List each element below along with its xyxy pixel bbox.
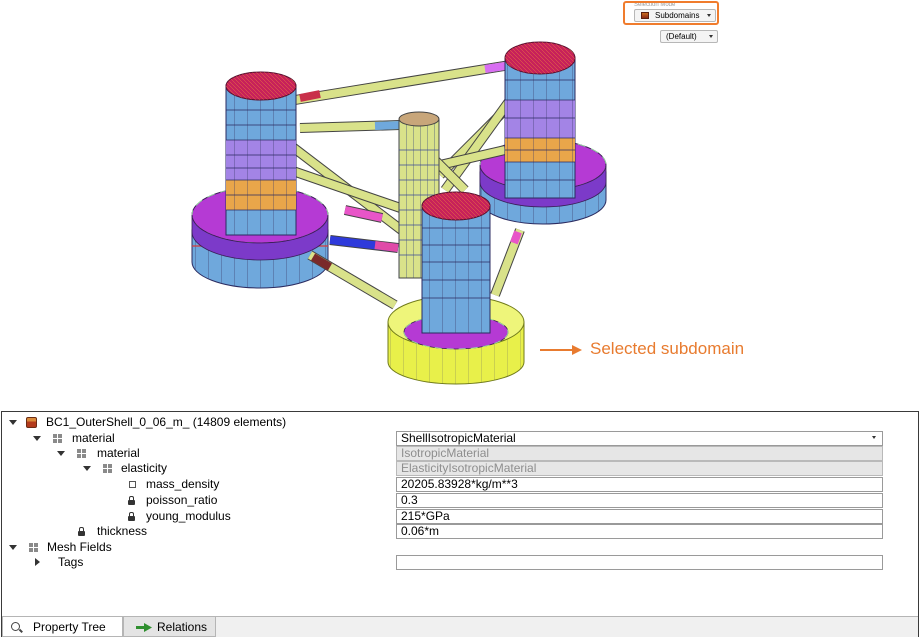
tree-label: material [72,431,115,445]
column-right[interactable] [504,41,576,199]
display-mode-dropdown[interactable]: (Default) [660,30,718,43]
mesh-icon [26,417,37,428]
tree-label: poisson_ratio [146,493,218,507]
tab-property-tree[interactable]: Property Tree [2,617,123,637]
tree-row-material-inner[interactable]: material [2,446,392,461]
search-icon [11,622,20,631]
grid-icon [103,464,112,473]
square-icon [129,481,136,488]
tree-row-root[interactable]: BC1_OuterShell_0_06_m_ (14809 elements) [2,415,392,430]
callout-arrow-icon [540,345,582,355]
chevron-down-icon [709,35,713,38]
column-left[interactable] [225,71,297,236]
tree-label: Mesh Fields [47,540,112,554]
tree-row-poisson-ratio[interactable]: poisson_ratio [2,493,392,508]
grid-icon [77,449,86,458]
expand-arrow-icon[interactable] [9,545,17,550]
lock-icon [128,496,135,505]
material-type-value: ShellIsotropicMaterial [401,431,516,445]
expand-arrow-icon[interactable] [33,436,41,441]
expand-arrow-icon[interactable] [57,451,65,456]
collapsed-arrow-icon[interactable] [35,558,40,566]
lock-icon [128,512,135,521]
mass-density-input[interactable]: 20205.83928*kg/m**3 [396,477,883,492]
tree-row-elasticity[interactable]: elasticity [2,461,392,476]
thickness-input[interactable]: 0.06*m [396,524,883,539]
tree-label: elasticity [121,461,168,475]
tree-label: material [97,446,140,460]
floating-platform-model[interactable] [0,0,920,412]
display-mode-value: (Default) [666,32,697,41]
tree-row-thickness[interactable]: thickness [2,524,392,539]
viewport-3d[interactable]: Selection Mode Subdomains (Default) Sele… [0,0,920,412]
lock-icon [78,527,85,536]
tree-row-mesh-fields[interactable]: Mesh Fields [2,540,392,555]
panel-tab-bar: Property Tree Relations [2,616,918,637]
arrow-right-icon [136,623,152,632]
selection-mode-highlight [623,1,719,25]
callout-selected-subdomain: Selected subdomain [590,339,745,358]
expand-arrow-icon[interactable] [9,420,17,425]
material-type-dropdown[interactable]: ShellIsotropicMaterial [396,431,883,446]
tree-label: mass_density [146,477,220,491]
chevron-down-icon [872,436,876,439]
tree-row-young-modulus[interactable]: young_modulus [2,509,392,524]
tree-label: Tags [58,555,84,569]
tree-label: thickness [97,524,148,538]
column-front[interactable] [421,191,491,334]
tab-label: Property Tree [33,620,106,634]
poisson-ratio-input[interactable]: 0.3 [396,493,883,508]
grid-icon [29,543,38,552]
material-inner-value: IsotropicMaterial [396,446,883,461]
tree-label: young_modulus [146,509,231,523]
expand-arrow-icon[interactable] [83,466,91,471]
grid-icon [53,434,62,443]
tab-label: Relations [157,620,208,634]
young-modulus-input[interactable]: 215*GPa [396,509,883,524]
property-panel: BC1_OuterShell_0_06_m_ (14809 elements) … [1,411,919,637]
elasticity-value: ElasticityIsotropicMaterial [396,461,883,476]
tab-relations[interactable]: Relations [123,617,216,637]
tree-row-material[interactable]: material [2,431,392,446]
tree-root-label: BC1_OuterShell_0_06_m_ (14809 elements) [46,415,287,429]
tree-row-mass-density[interactable]: mass_density [2,477,392,492]
tags-input[interactable] [396,555,883,570]
tree-row-tags[interactable]: Tags [2,555,392,570]
